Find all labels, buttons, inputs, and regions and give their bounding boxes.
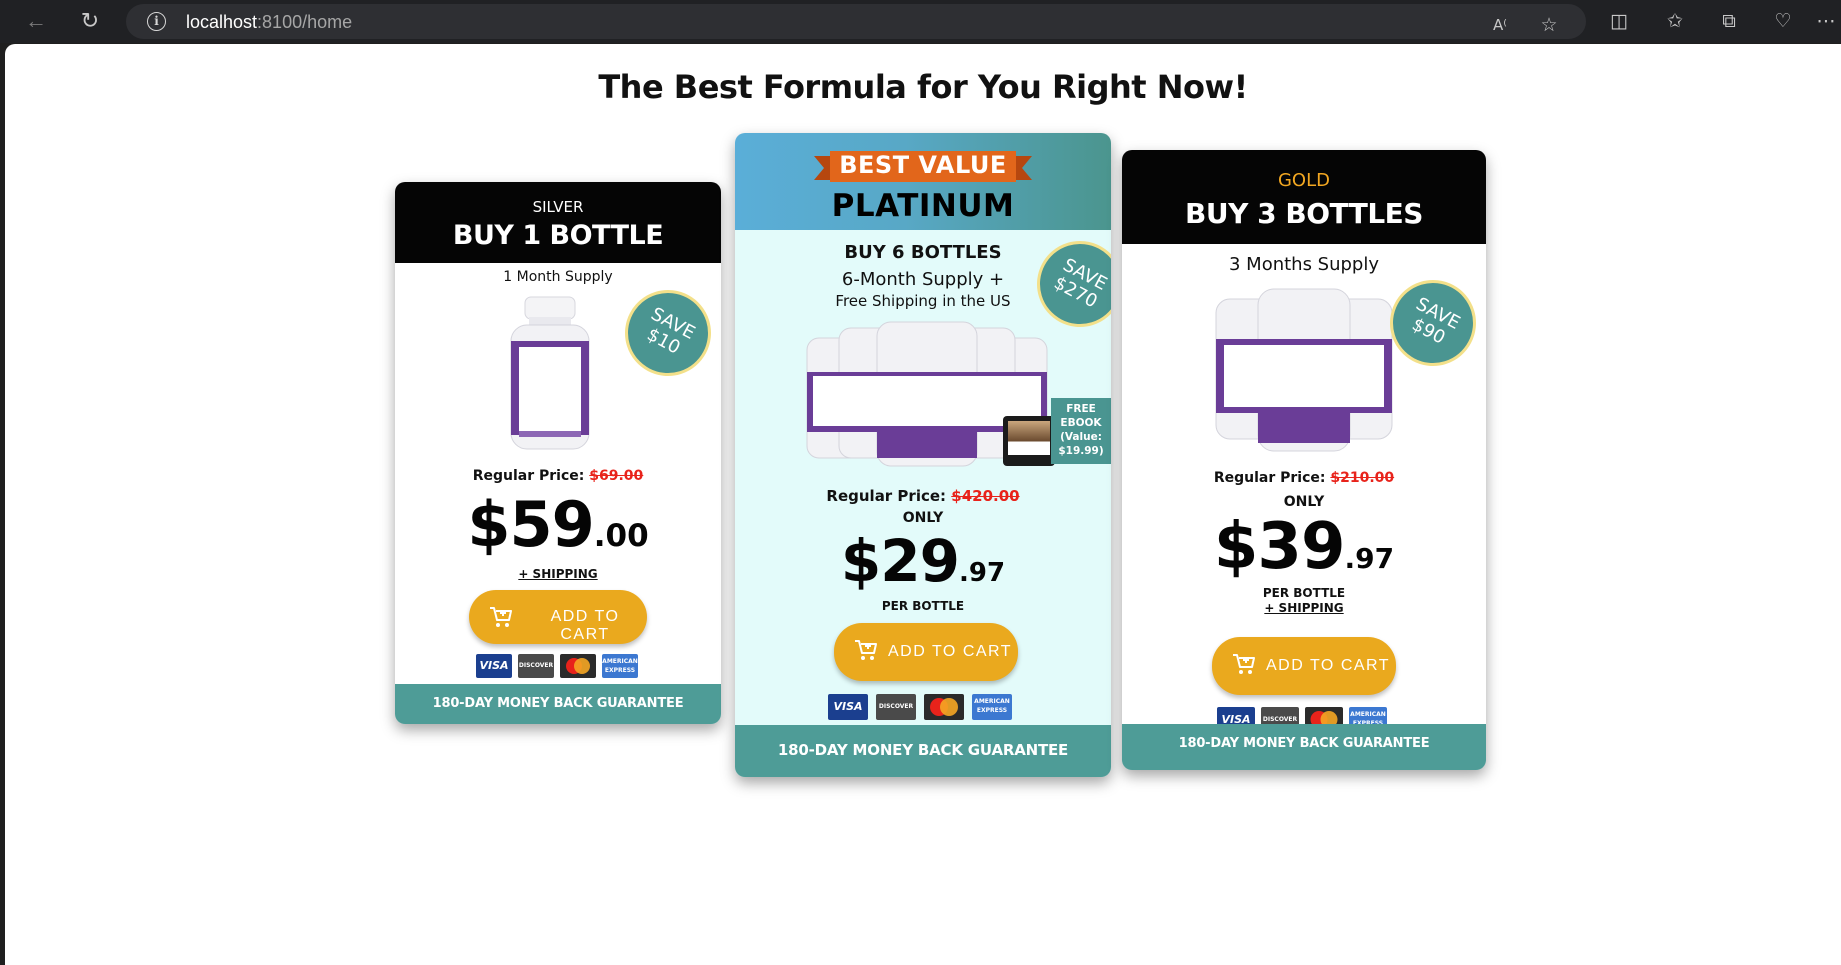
cart-icon [1233,654,1255,674]
price-dollars: $29 [840,527,960,595]
guarantee-bar: 180-DAY MONEY BACK GUARANTEE [735,725,1111,777]
payment-icons: VISA DISCOVER AMERICAN EXPRESS [735,694,1111,720]
supply-text: 3 Months Supply [1228,254,1380,275]
price-cents: .97 [1344,542,1395,575]
price-dollars: $59 [467,488,594,561]
add-to-cart-label: ADD TO CART [550,608,620,643]
read-aloud-icon[interactable]: A⁽ [1485,10,1515,40]
regular-price-value: $420.00 [951,487,1020,505]
tier-label: SILVER [532,198,584,216]
best-value-label: BEST VALUE [839,151,1007,179]
price-cents: .97 [959,558,1006,588]
regular-price-label: Regular Price: [826,487,947,505]
regular-price: Regular Price: $420.00 [735,487,1111,505]
cart-icon [855,640,877,660]
add-to-cart-button[interactable]: ADD TO CART [834,623,1018,681]
card-header: GOLD BUY 3 BOTTLES [1122,150,1486,244]
pricing-card-platinum: BEST VALUE PLATINUM BUY 6 BOTTLES 6-Mont… [735,133,1111,777]
pricing-card-gold: GOLD BUY 3 BOTTLES 3 Months Supply SAVE … [1122,150,1486,770]
guarantee-bar: 180-DAY MONEY BACK GUARANTEE [395,684,721,724]
amex-card-icon: AMERICAN EXPRESS [972,694,1012,720]
regular-price-value: $210.00 [1330,470,1395,486]
tier-label: GOLD [1277,170,1330,191]
favorite-star-icon[interactable]: ☆ [1534,10,1564,40]
regular-price-value: $69.00 [589,468,644,484]
visa-card-icon: VISA [828,694,868,720]
guarantee-bar: 180-DAY MONEY BACK GUARANTEE [1122,724,1486,770]
price-dollars: $39 [1213,510,1346,584]
sale-price: $59.00 [395,488,721,561]
favorites-icon[interactable]: ✩ [1660,6,1690,36]
back-arrow-icon[interactable]: ← [20,5,52,37]
regular-price-label: Regular Price: [1213,470,1326,486]
ebook-tablet-image [1003,416,1055,466]
regular-price: Regular Price: $210.00 [1122,470,1486,486]
url-text[interactable]: localhost:8100/home [186,12,352,33]
add-to-cart-button[interactable]: ADD TO CART [469,590,647,644]
ebook-line: EBOOK [1060,417,1102,429]
add-to-cart-label: ADD TO CART [1266,657,1391,674]
shipping-link[interactable]: + SHIPPING [1122,601,1486,615]
sale-price: $29.97 [735,527,1111,595]
split-screen-icon[interactable]: ◫ [1604,6,1634,36]
card-header: BEST VALUE PLATINUM [735,133,1111,230]
sale-price: $39.97 [1122,510,1486,584]
ebook-flag: FREE EBOOK (Value: $19.99) [1051,398,1111,464]
add-to-cart-button[interactable]: ADD TO CART [1212,637,1396,695]
address-bar[interactable]: i localhost:8100/home A⁽ ☆ [126,4,1586,39]
ebook-line: (Value: [1060,431,1102,443]
offer-title: BUY 3 BOTTLES [1185,197,1423,230]
browser-toolbar: ← ↻ i localhost:8100/home A⁽ ☆ ◫ ✩ ⧉ ♡ ⋯ [0,0,1841,43]
price-cents: .00 [593,518,649,554]
collections-icon[interactable]: ⧉ [1714,6,1744,36]
only-label: ONLY [902,510,944,526]
single-bottle-image [510,296,590,450]
url-path: :8100/home [257,12,353,32]
only-label: ONLY [1283,494,1325,510]
shipping-link[interactable]: + SHIPPING [395,567,721,581]
browser-essentials-icon[interactable]: ♡ [1768,6,1798,36]
site-info-icon[interactable]: i [147,12,166,31]
amex-card-icon: AMERICAN EXPRESS [602,654,638,678]
page-viewport: The Best Formula for You Right Now! SILV… [5,44,1841,965]
reload-icon[interactable]: ↻ [74,5,106,37]
card-header: SILVER BUY 1 BOTTLE [395,182,721,263]
discover-card-icon: DISCOVER [876,694,916,720]
ebook-line: $19.99) [1058,445,1104,457]
offer-title: BUY 1 BOTTLE [452,220,664,251]
mastercard-icon [560,654,596,678]
payment-icons: VISA DISCOVER AMERICAN EXPRESS [395,654,721,680]
mastercard-icon [924,694,964,720]
discover-card-icon: DISCOVER [518,654,554,678]
page-headline: The Best Formula for You Right Now! [598,68,1248,106]
offer-title: PLATINUM [831,188,1015,224]
add-to-cart-label: ADD TO CART [888,643,1013,660]
pricing-card-silver: SILVER BUY 1 BOTTLE 1 Month Supply SAVE … [395,182,721,724]
regular-price-label: Regular Price: [472,468,585,484]
free-ebook-badge: FREE EBOOK (Value: $19.99) [1003,398,1111,466]
save-badge: SAVE $10 [609,274,721,392]
cart-icon [490,607,512,627]
url-host: localhost [186,12,258,32]
regular-price: Regular Price: $69.00 [395,468,721,484]
more-icon[interactable]: ⋯ [1814,6,1838,36]
three-bottles-image [1215,288,1393,452]
per-bottle-label: PER BOTTLE [881,599,965,613]
per-bottle-label: PER BOTTLE [1262,586,1346,600]
supply-text: 1 Month Supply [503,269,613,285]
ebook-line: FREE [1066,403,1096,415]
visa-card-icon: VISA [476,654,512,678]
